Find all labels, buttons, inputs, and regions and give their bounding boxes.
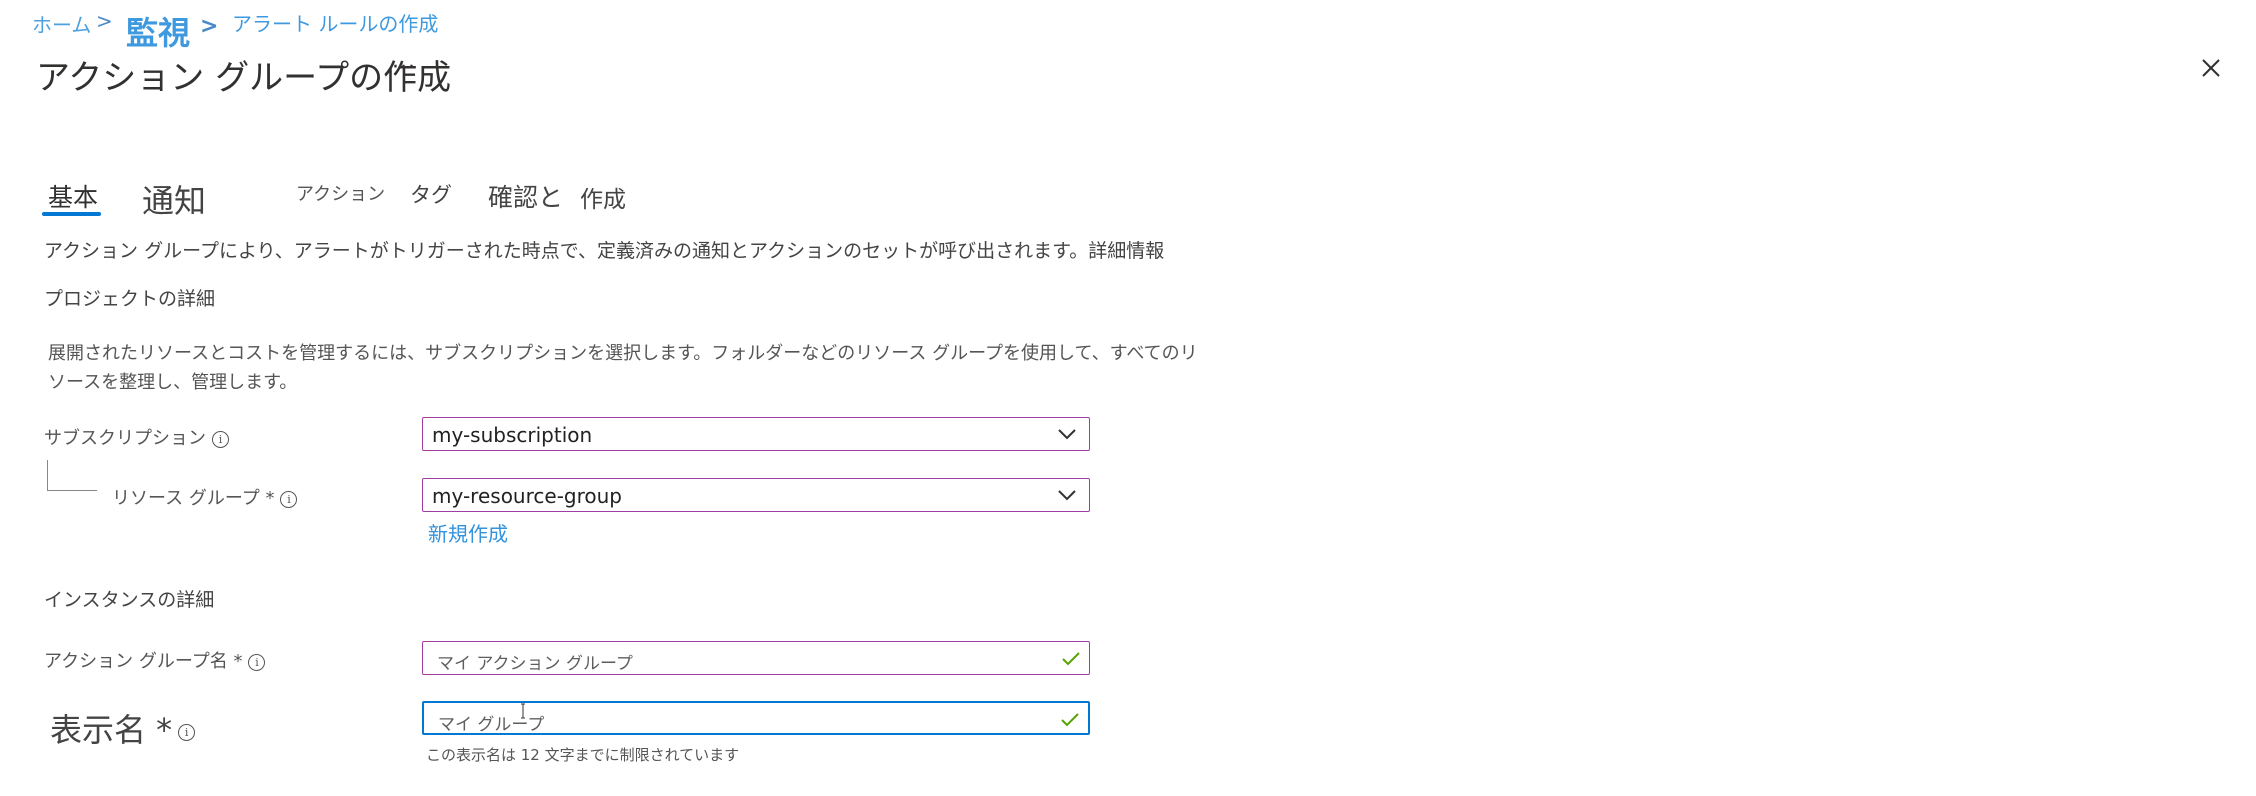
tab-tags[interactable]: タグ [410,179,452,209]
action-group-name-placeholder: マイ アクション グループ [437,654,633,674]
subscription-dropdown[interactable]: my-subscription [422,417,1090,451]
tree-connector [47,460,48,490]
checkmark-icon [1061,713,1079,727]
breadcrumb-separator: > [200,14,219,39]
subscription-label-text: サブスクリプション [44,428,206,449]
tab-review[interactable]: 確認と [488,178,563,214]
action-group-name-label-text: アクション グループ名 * [44,651,243,672]
page-description: アクション グループにより、アラートがトリガーされた時点で、定義済みの通知とアク… [44,240,1165,262]
action-group-name-input[interactable]: マイ アクション グループ [422,641,1090,675]
breadcrumb-separator: > [96,9,113,33]
info-icon[interactable]: i [248,653,266,671]
chevron-down-icon [1058,429,1076,440]
project-details-heading: プロジェクトの詳細 [44,288,216,310]
create-new-resource-group-link[interactable]: 新規作成 [428,518,508,547]
tree-connector [47,490,97,491]
instance-details-heading: インスタンスの詳細 [44,589,215,611]
subscription-value: my-subscription [432,423,593,447]
more-options-button[interactable]: ··· [392,55,416,80]
active-tab-indicator [42,212,101,216]
subscription-label: サブスクリプション i [44,424,229,450]
info-icon[interactable]: i [280,490,298,508]
resource-group-value: my-resource-group [432,484,622,508]
breadcrumb-monitor[interactable]: 監視 [126,8,190,54]
resource-group-dropdown[interactable]: my-resource-group [422,478,1090,512]
chevron-down-icon [1058,490,1076,501]
tab-basics[interactable]: 基本 [48,178,98,214]
breadcrumb-home[interactable]: ホーム [32,9,91,38]
project-details-paragraph: 展開されたリソースとコストを管理するには、サブスクリプションを選択します。フォル… [48,343,1198,393]
resource-group-label-text: リソース グループ * [112,488,275,509]
checkmark-icon [1062,652,1080,666]
tab-notifications[interactable]: 通知 [142,176,206,222]
display-name-hint: この表示名は 12 文字までに制限されています [426,746,740,764]
display-name-label-text: 表示名 * [50,711,173,749]
action-group-name-label: アクション グループ名 * i [44,647,266,673]
info-icon[interactable]: i [178,723,196,741]
resource-group-label: リソース グループ * i [112,484,298,510]
tab-actions[interactable]: アクション [296,180,385,206]
close-icon[interactable] [2197,54,2225,82]
display-name-label: 表示名 * i [50,705,196,751]
info-icon[interactable]: i [212,430,229,448]
page-title: アクション グループの作成 [36,58,452,98]
tab-create[interactable]: 作成 [580,180,626,214]
breadcrumb-alert-rule[interactable]: アラート ルールの作成 [232,8,438,37]
text-cursor-icon [521,703,525,719]
